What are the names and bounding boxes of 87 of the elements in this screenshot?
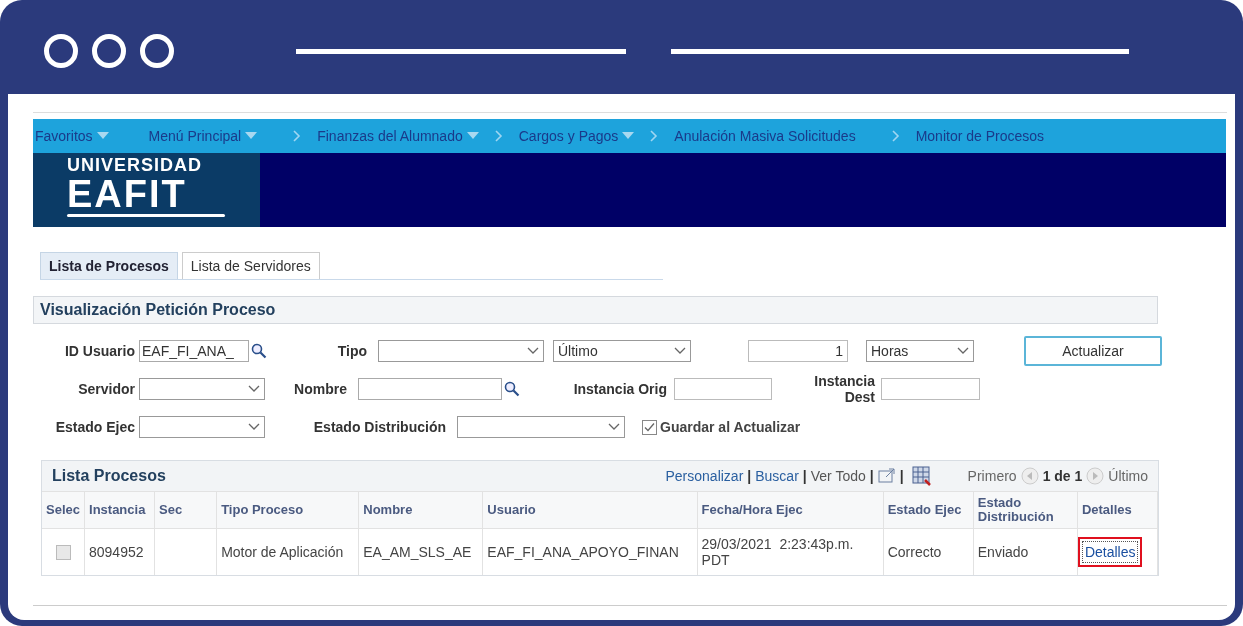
field-label: Instancia Dest <box>813 373 876 405</box>
spreadsheet-icon[interactable] <box>911 466 932 486</box>
date-time-text: 29/03/2021 2:23:43p.m. PDT <box>701 535 855 568</box>
tab[interactable]: Lista de Procesos <box>40 252 178 279</box>
dropdown-caret-icon <box>608 423 620 431</box>
column-header: Detalles <box>1077 491 1158 529</box>
dropdown-field[interactable] <box>139 416 265 438</box>
refresh-button[interactable]: Actualizar <box>1024 336 1162 366</box>
separator: | <box>802 466 807 486</box>
table-cell: Enviado <box>973 528 1078 575</box>
separator: | <box>899 466 904 486</box>
menu-caret-icon <box>622 132 635 140</box>
nav-link[interactable]: Favoritos <box>35 125 109 147</box>
dropdown-caret-icon <box>248 385 260 393</box>
input-field[interactable] <box>674 378 772 400</box>
checkbox[interactable] <box>642 419 657 435</box>
dropdown-field[interactable] <box>378 340 544 362</box>
window-control-icon[interactable] <box>44 34 78 68</box>
chevron-icon <box>650 130 659 142</box>
column-header: Sec <box>154 491 217 529</box>
separator: | <box>869 466 874 486</box>
search-icon[interactable] <box>251 343 267 359</box>
tab[interactable]: Lista de Servidores <box>181 252 320 279</box>
field-label: Nombre <box>293 381 348 397</box>
grid-title: Lista Procesos <box>52 466 166 486</box>
input-field[interactable] <box>881 378 980 400</box>
menu-caret-icon <box>245 132 258 140</box>
separator: | <box>747 466 752 486</box>
dropdown-field[interactable] <box>457 416 625 438</box>
table-cell: EAF_FI_ANA_APOYO_FINAN <box>482 528 698 575</box>
column-header: Estado Ejec <box>883 491 974 529</box>
nav-link[interactable]: Monitor de Procesos <box>915 125 1045 147</box>
menu-caret-icon <box>96 132 109 140</box>
input-field[interactable]: EAF_FI_ANA_ <box>139 340 249 362</box>
field-label: ID Usuario <box>64 343 136 359</box>
table-cell: Motor de Aplicación <box>216 528 359 575</box>
grid-link[interactable]: Buscar <box>755 465 799 487</box>
last-page-label: Último <box>1108 466 1148 486</box>
dropdown-field[interactable]: Horas <box>866 340 974 362</box>
field-label: Servidor <box>77 381 136 397</box>
dropdown-field[interactable] <box>139 378 265 400</box>
field-label: Tipo <box>336 343 368 359</box>
chevron-icon <box>494 130 503 142</box>
search-icon[interactable] <box>504 381 520 397</box>
row-checkbox[interactable] <box>55 545 71 561</box>
column-header: Selec <box>42 491 85 529</box>
input-field[interactable]: 1 <box>748 340 848 362</box>
table-cell: 8094952 <box>84 528 155 575</box>
field-label: Instancia Orig <box>572 381 668 397</box>
window-control-icon[interactable] <box>140 34 174 68</box>
checkbox-label: Guardar al Actualizar <box>660 417 801 437</box>
nav-link[interactable]: Anulación Masiva Solicitudes <box>674 125 856 147</box>
dropdown-value: Horas <box>871 341 909 361</box>
view-all-link[interactable]: Ver Todo <box>810 465 866 487</box>
page-count: 1 de 1 <box>1042 466 1083 486</box>
dropdown-caret-icon <box>674 347 686 355</box>
grid-link[interactable]: Personalizar <box>665 465 744 487</box>
field-label: Estado Distribución <box>312 419 447 435</box>
column-header: Usuario <box>482 491 698 529</box>
menu-caret-icon <box>466 132 479 140</box>
column-header: Estado Distribución <box>973 491 1078 529</box>
dropdown-caret-icon <box>248 423 260 431</box>
previous-icon[interactable] <box>1020 467 1039 485</box>
table-cell: Correcto <box>883 528 974 575</box>
dropdown-field[interactable]: Último <box>553 340 691 362</box>
logo-text: EAFIT <box>67 175 187 213</box>
column-header: Fecha/Hora Ejec <box>697 491 884 529</box>
chevron-icon <box>891 130 900 142</box>
field-label: Estado Ejec <box>54 419 136 435</box>
nav-link[interactable]: Cargos y Pagos <box>518 125 635 147</box>
zoom-icon[interactable] <box>877 468 896 484</box>
nav-link[interactable]: Finanzas del Alumnado <box>317 125 479 147</box>
logo-text: UNIVERSIDAD <box>67 155 202 175</box>
nav-link[interactable]: Menú Principal <box>148 125 258 147</box>
first-page-label: Primero <box>967 466 1017 486</box>
input-field[interactable] <box>358 378 502 400</box>
window-control-icon[interactable] <box>92 34 126 68</box>
chevron-icon <box>293 130 302 142</box>
dropdown-caret-icon <box>957 347 969 355</box>
dropdown-value: Último <box>558 341 598 361</box>
next-icon[interactable] <box>1086 467 1105 485</box>
column-header: Tipo Proceso <box>216 491 359 529</box>
dropdown-caret-icon <box>527 347 539 355</box>
section-title: Visualización Petición Proceso <box>40 300 276 320</box>
table-cell: EA_AM_SLS_AE <box>358 528 483 575</box>
column-header: Nombre <box>358 491 483 529</box>
column-header: Instancia <box>84 491 155 529</box>
